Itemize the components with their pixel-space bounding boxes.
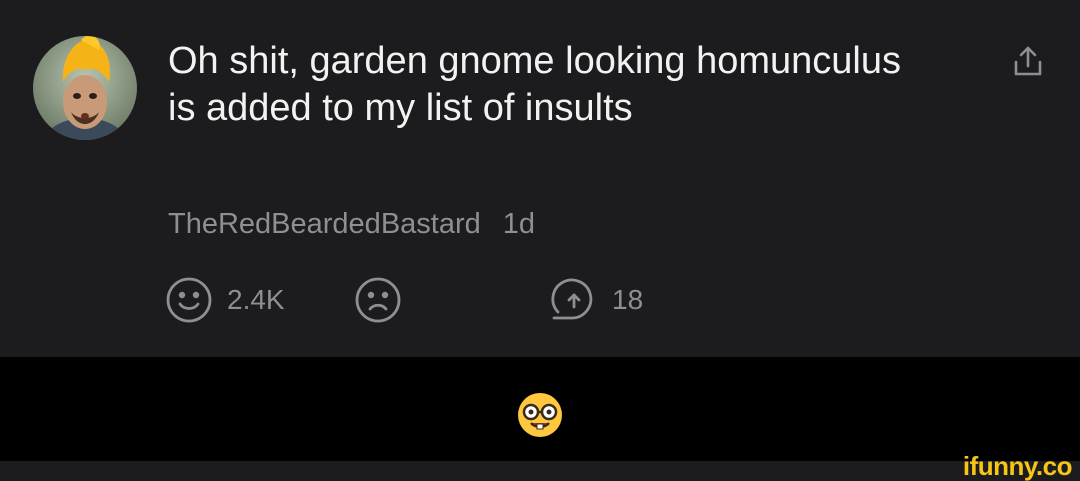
avatar-icon [33, 36, 137, 140]
nerd-face-icon [518, 393, 562, 437]
comment-meta: TheRedBeardedBastard 1d [168, 204, 535, 244]
dislike-button[interactable] [354, 276, 402, 324]
reply-count: 18 [612, 284, 644, 315]
reply-button[interactable]: 18 [548, 276, 643, 324]
username[interactable]: TheRedBeardedBastard [168, 208, 481, 240]
reply-icon [551, 278, 593, 320]
like-button[interactable]: 2.4K [165, 276, 285, 324]
smiley-icon [166, 277, 212, 323]
avatar[interactable] [33, 36, 137, 140]
ifunny-watermark: ifunny.co [962, 451, 1073, 481]
comment-card: Oh shit, garden gnome looking homunculus… [0, 0, 1080, 357]
share-button[interactable] [1008, 42, 1048, 82]
comment-text: Oh shit, garden gnome looking homunculus… [168, 40, 902, 129]
frowny-icon [355, 277, 401, 323]
timestamp: 1d [502, 208, 536, 240]
reaction-bar [0, 357, 1080, 461]
footer [0, 461, 1080, 481]
nerd-face-emoji [516, 391, 564, 439]
share-icon [1014, 46, 1042, 76]
like-count: 2.4K [227, 284, 285, 315]
comment-actions: 2.4K 18 [165, 276, 765, 324]
